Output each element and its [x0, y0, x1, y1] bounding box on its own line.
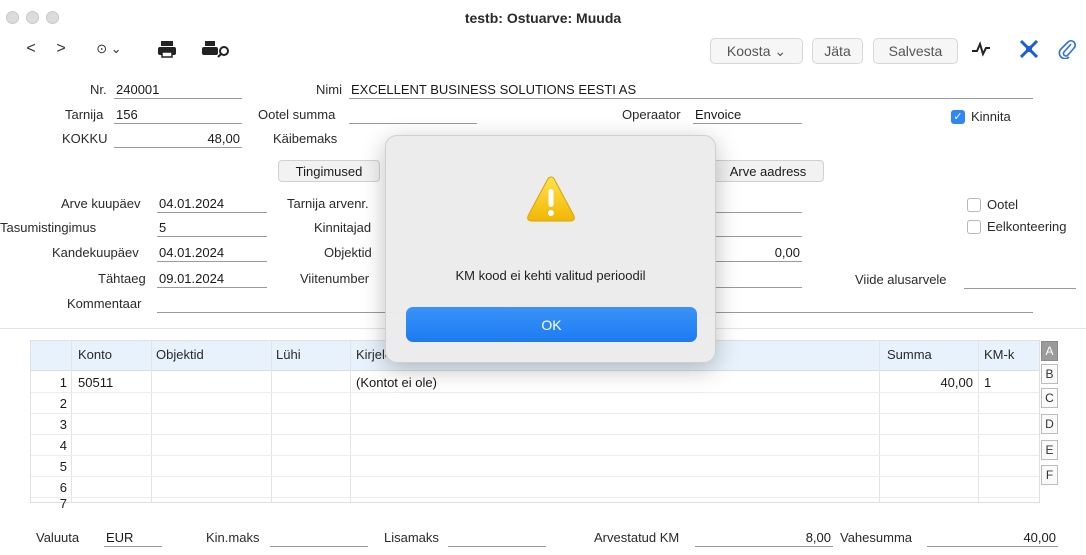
kaibemaks-label: Käibemaks: [273, 131, 338, 146]
tab-tingimused[interactable]: Tingimused: [278, 160, 380, 182]
valuuta-field[interactable]: EUR: [104, 529, 162, 547]
side-tab-a[interactable]: A: [1041, 341, 1058, 361]
salvesta-button[interactable]: Salvesta: [873, 38, 958, 64]
kandekuupaev-label: Kandekuupäev: [52, 245, 139, 260]
arve-kuupaev-label: Arve kuupäev: [61, 196, 141, 211]
vahesumma-label: Vahesumma: [840, 530, 913, 545]
viide-alusarvele-label: Viide alusarvele: [855, 272, 947, 287]
forward-button[interactable]: >: [54, 38, 68, 60]
kommentaar-label: Kommentaar: [67, 296, 142, 311]
back-button[interactable]: <: [24, 38, 38, 60]
eelkonteering-checkbox[interactable]: [967, 220, 981, 234]
table-row[interactable]: 1 50511 (Kontot ei ole) 40,00 1: [31, 372, 1039, 393]
arve-kuupaev-field[interactable]: 04.01.2024: [157, 195, 267, 213]
summa-field[interactable]: 0,00: [712, 244, 802, 262]
row-number: 1: [59, 375, 67, 390]
alert-dialog: KM kood ei kehti valitud perioodil OK: [385, 135, 716, 363]
jata-button[interactable]: Jäta: [812, 38, 863, 64]
summa-cell[interactable]: 40,00: [879, 375, 973, 390]
row-number: 3: [59, 417, 67, 432]
ootel-checkbox[interactable]: [967, 198, 981, 212]
table-row[interactable]: 5: [31, 456, 1039, 477]
alert-message: KM kood ei kehti valitud perioodil: [455, 268, 646, 283]
arvestatud-km-field[interactable]: 8,00: [695, 529, 833, 547]
col-luhi[interactable]: Lühi: [276, 347, 301, 362]
tasumistingimus-field[interactable]: 5: [157, 219, 267, 237]
table-row[interactable]: 2: [31, 393, 1039, 414]
col-summa[interactable]: Summa: [887, 347, 932, 362]
kinnita-label: Kinnita: [971, 109, 1011, 124]
kinnitajad-field[interactable]: [712, 219, 802, 237]
viitenumber-label: Viitenumber: [300, 271, 370, 286]
window-title: testb: Ostuarve: Muuda: [464, 10, 622, 26]
koosta-dropdown[interactable]: Koosta ⌄: [710, 38, 803, 64]
side-tab-b[interactable]: B: [1041, 364, 1058, 384]
ok-button[interactable]: OK: [406, 307, 697, 342]
table-row[interactable]: 7: [31, 496, 1039, 511]
print-preview-icon[interactable]: [202, 38, 232, 60]
konto-cell[interactable]: 50511: [78, 375, 113, 390]
expand-icon[interactable]: [1018, 38, 1040, 60]
kinmaks-label: Kin.maks: [206, 530, 260, 545]
ootel-label: Ootel: [987, 197, 1019, 212]
col-konto[interactable]: Konto: [78, 347, 112, 362]
row-number: 4: [59, 438, 67, 453]
operaator-field[interactable]: Envoice: [693, 106, 802, 124]
nr-label: Nr.: [90, 82, 107, 97]
row-number: 6: [59, 480, 67, 495]
tasumistingimus-label: Tasumistingimus: [0, 220, 97, 235]
tab-arve-aadress[interactable]: Arve aadress: [712, 160, 824, 182]
nr-field[interactable]: 240001: [114, 81, 242, 99]
row-number: 2: [59, 396, 67, 411]
kirjeldus-cell[interactable]: (Kontot ei ole): [356, 375, 437, 390]
side-tab-e[interactable]: E: [1041, 440, 1058, 460]
objektid-label: Objektid: [324, 245, 372, 260]
viitenumber-field[interactable]: [712, 270, 802, 288]
col-kirjeldus[interactable]: Kirjeldus: [356, 347, 386, 362]
kinmaks-field[interactable]: [270, 529, 368, 547]
tahtaeg-field[interactable]: 09.01.2024: [157, 270, 267, 288]
table-row[interactable]: 6: [31, 477, 1039, 498]
vahesumma-field[interactable]: 40,00: [927, 529, 1058, 547]
lisamaks-label: Lisamaks: [384, 530, 439, 545]
lisamaks-field[interactable]: [448, 529, 546, 547]
print-icon[interactable]: [156, 38, 178, 60]
activity-icon[interactable]: [970, 38, 992, 60]
col-objektid[interactable]: Objektid: [156, 347, 204, 362]
row-number: 7: [59, 496, 67, 511]
attachment-icon[interactable]: [1056, 38, 1078, 60]
col-kmk[interactable]: KM-k: [984, 347, 1014, 362]
row-number: 5: [59, 459, 67, 474]
ootel-summa-label: Ootel summa: [258, 107, 336, 122]
kinnitajad-label: Kinnitajad: [314, 220, 372, 235]
tarnija-field[interactable]: 156: [114, 106, 242, 124]
more-actions-button[interactable]: ⊙ ⌄: [92, 38, 126, 60]
viide-alusarvele-field[interactable]: [964, 271, 1076, 289]
warning-icon: [525, 174, 577, 224]
tahtaeg-label: Tähtaeg: [98, 271, 146, 286]
side-tab-f[interactable]: F: [1041, 465, 1058, 485]
ootel-summa-field[interactable]: [349, 106, 477, 124]
arvestatud-km-label: Arvestatud KM: [594, 530, 680, 545]
kokku-field[interactable]: 48,00: [114, 130, 242, 148]
tarnija-arvenr-label: Tarnija arvenr.: [287, 196, 369, 211]
table-row[interactable]: 4: [31, 435, 1039, 456]
nimi-label: Nimi: [316, 82, 342, 97]
nimi-field[interactable]: EXCELLENT BUSINESS SOLUTIONS EESTI AS: [349, 81, 1033, 99]
kandekuupaev-field[interactable]: 04.01.2024: [157, 244, 267, 262]
side-tab-d[interactable]: D: [1041, 414, 1058, 434]
side-tab-c[interactable]: C: [1041, 388, 1058, 408]
title-bar: testb: Ostuarve: Muuda: [0, 0, 1086, 36]
table-row[interactable]: 3: [31, 414, 1039, 435]
eelkonteering-label: Eelkonteering: [987, 219, 1067, 234]
kinnita-checkbox[interactable]: ✓: [951, 110, 965, 124]
valuuta-label: Valuuta: [36, 530, 80, 545]
operaator-label: Operaator: [622, 107, 681, 122]
kmk-cell[interactable]: 1: [984, 375, 991, 390]
tarnija-label: Tarnija: [65, 107, 104, 122]
lines-table[interactable]: Konto Objektid Lühi Kirjeldus Summa KM-k…: [30, 340, 1040, 511]
tarnija-arvenr-field[interactable]: [712, 195, 802, 213]
kokku-label: KOKKU: [62, 131, 108, 146]
